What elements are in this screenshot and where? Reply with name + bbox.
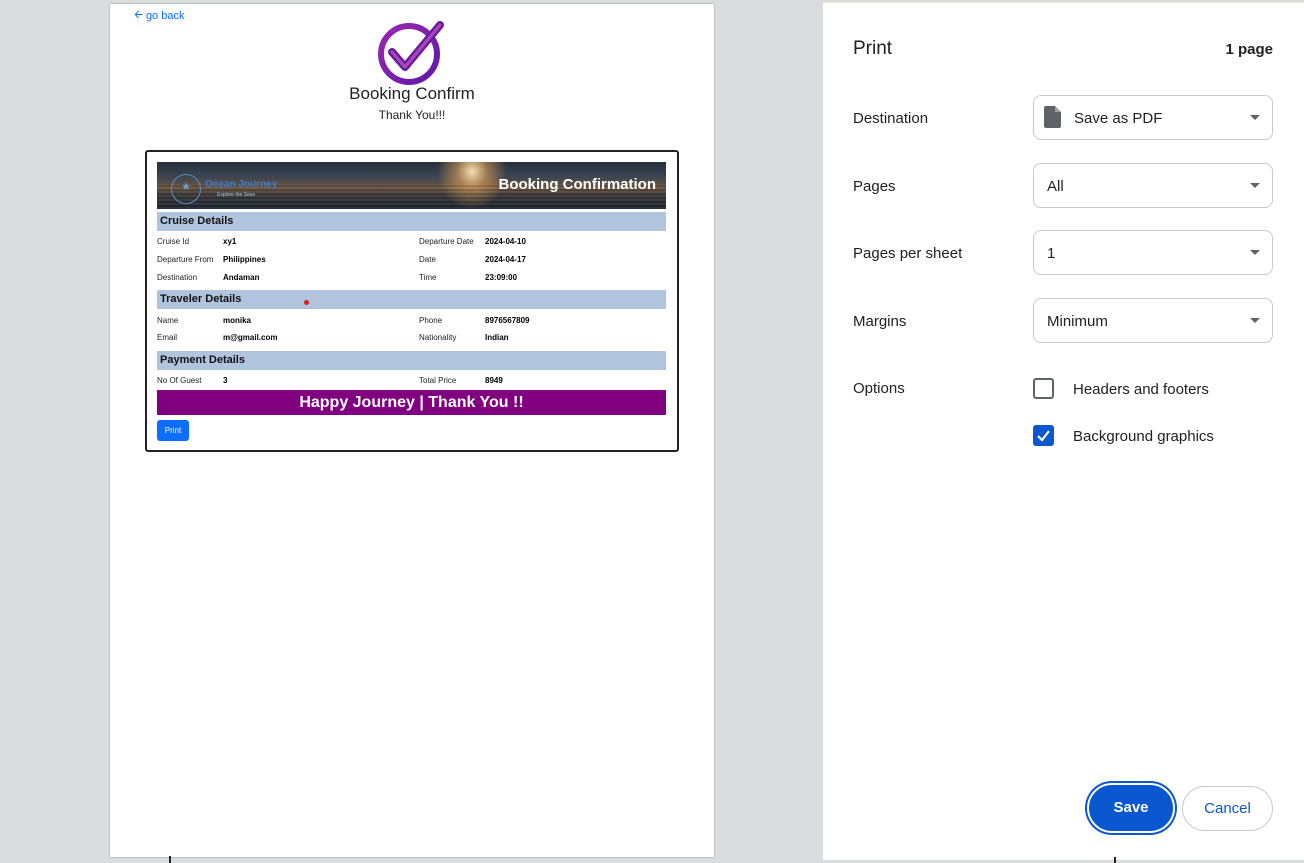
ticket-banner: Ocean Journey Explore the Seas Booking C… <box>157 162 666 209</box>
page-tick <box>169 856 171 863</box>
detail-row: Departure From Philippines Date 2024-04-… <box>157 255 526 264</box>
destination-select[interactable]: Save as PDF <box>1033 95 1273 140</box>
options-label: Options <box>853 380 905 397</box>
confirm-title: Booking Confirm <box>349 84 475 103</box>
pages-per-sheet-select[interactable]: 1 <box>1033 230 1273 275</box>
margins-label: Margins <box>853 313 907 330</box>
arrow-left-icon: 🡨 <box>134 9 143 21</box>
pages-select[interactable]: All <box>1033 163 1273 208</box>
document-icon <box>1044 106 1061 128</box>
banner-title: Booking Confirmation <box>498 176 657 193</box>
save-button[interactable]: Save <box>1087 783 1175 833</box>
pages-per-sheet-value: 1 <box>1047 245 1056 262</box>
preview-page: 🡨 go back Booking Confirm Thank You!!! O… <box>110 4 714 857</box>
confirm-subtitle: Thank You!!! <box>378 108 446 122</box>
caret-down-icon <box>1250 183 1260 188</box>
caret-down-icon <box>1250 318 1260 323</box>
caret-down-icon <box>1250 250 1260 255</box>
page-count: 1 page <box>1225 41 1273 58</box>
brand-name: Ocean Journey <box>205 179 278 190</box>
brand-tagline: Explore the Seas <box>217 192 256 198</box>
detail-row: Name monika Phone 8976567809 <box>157 316 530 325</box>
detail-row: Email m@gmail.com Nationality Indian <box>157 333 509 342</box>
print-title: Print <box>853 38 893 59</box>
margins-select[interactable]: Minimum <box>1033 298 1273 343</box>
detail-row: Destination Andaman Time 23:09:00 <box>157 273 518 282</box>
headers-footers-checkbox[interactable] <box>1033 378 1054 399</box>
destination-label: Destination <box>853 110 929 127</box>
booking-ticket: Ocean Journey Explore the Seas Booking C… <box>145 150 679 452</box>
pages-value: All <box>1047 178 1064 195</box>
go-back-link[interactable]: 🡨 go back <box>134 6 184 25</box>
print-settings-panel: Print 1 page Destination Save as PDF Pag… <box>823 2 1304 863</box>
section-traveler-details: Traveler Details <box>157 290 666 309</box>
ticket-footer: Happy Journey | Thank You !! <box>157 390 666 415</box>
section-payment-details: Payment Details <box>157 351 666 370</box>
print-preview-area: 🡨 go back Booking Confirm Thank You!!! O… <box>0 0 823 863</box>
background-graphics-checkbox[interactable] <box>1033 425 1054 446</box>
check-circle-icon <box>378 21 444 85</box>
pages-label: Pages <box>853 178 896 195</box>
destination-value: Save as PDF <box>1074 110 1163 127</box>
ticket-print-button[interactable]: Print <box>157 420 189 441</box>
margins-value: Minimum <box>1047 313 1108 330</box>
background-graphics-label[interactable]: Background graphics <box>1073 428 1214 445</box>
go-back-label: go back <box>145 9 185 22</box>
cancel-button[interactable]: Cancel <box>1182 786 1273 831</box>
detail-row: Cruise Id xy1 Departure Date 2024-04-10 <box>157 237 526 246</box>
headers-footers-label[interactable]: Headers and footers <box>1073 381 1209 398</box>
page-tick <box>1114 857 1116 863</box>
detail-row: No Of Guest 3 Total Price 8949 <box>157 376 503 385</box>
red-dot <box>304 300 309 305</box>
brand-logo <box>171 174 201 204</box>
pages-per-sheet-label: Pages per sheet <box>853 245 963 262</box>
caret-down-icon <box>1250 115 1260 120</box>
section-cruise-details: Cruise Details <box>157 212 666 231</box>
checkmark-icon <box>1037 430 1050 442</box>
